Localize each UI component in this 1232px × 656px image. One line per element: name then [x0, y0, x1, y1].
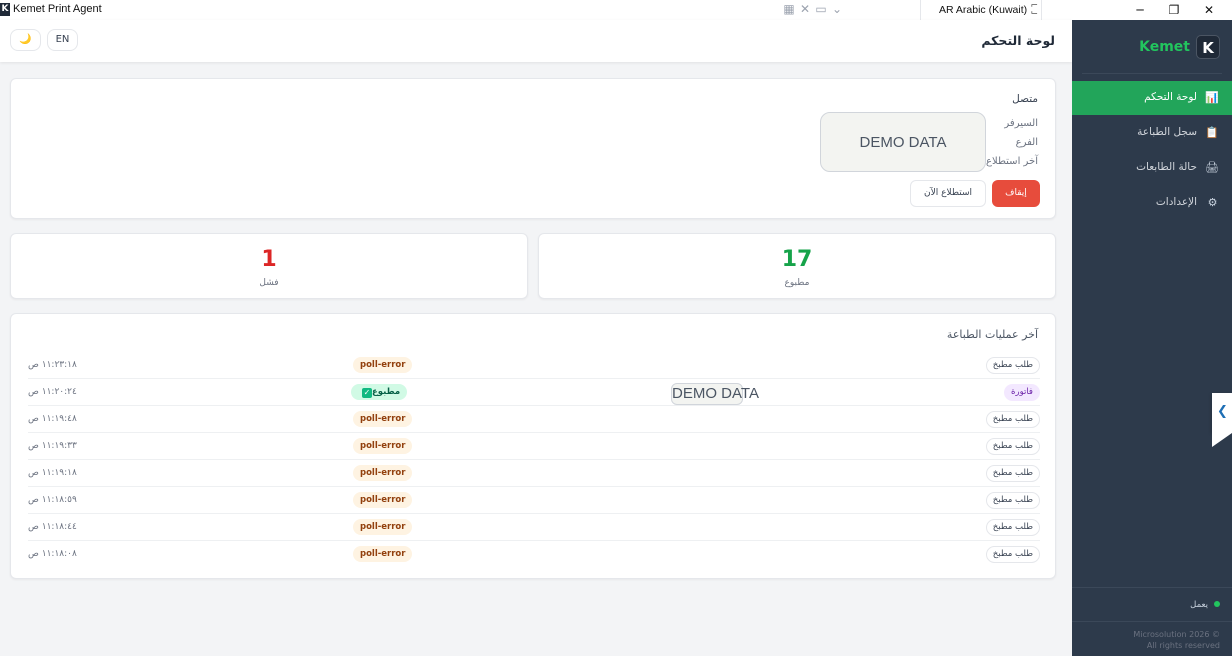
monitor-icon[interactable]: ▭: [814, 1, 828, 17]
server-label: السيرفر: [1004, 118, 1038, 129]
job-time: ١١:١٨:٠٨ ص: [28, 549, 77, 559]
job-type-badge: طلب مطبخ: [985, 492, 1040, 509]
page-title: لوحة التحكم: [981, 33, 1055, 48]
job-row[interactable]: ١١:١٨:٤٤ ص poll-error طلب مطبخ: [28, 514, 1040, 541]
language-toggle-button[interactable]: EN: [47, 29, 78, 51]
sidebar-item-settings[interactable]: ⚙ الإعدادات: [1072, 186, 1232, 220]
connection-status-card: متصل السيرفر الفرع آخر استطلاع DEMO DATA…: [10, 78, 1056, 219]
tab-tail: [1212, 433, 1232, 447]
expand-icon[interactable]: ✕: [798, 1, 812, 17]
failed-label: فشل: [259, 278, 279, 288]
brand-name: Kemet: [1139, 39, 1190, 55]
page-header: 🌙 EN لوحة التحكم: [0, 20, 1072, 62]
job-row[interactable]: ١١:٢٠:٢٤ ص ✓ مطبوع DEMO DATA فاتورة: [28, 379, 1040, 406]
clipboard-icon: 📋: [1205, 126, 1219, 139]
job-status-badge: poll-error: [353, 546, 413, 562]
job-status-badge: poll-error: [353, 519, 413, 535]
job-row[interactable]: ١١:١٩:١٨ ص poll-error طلب مطبخ: [28, 460, 1040, 487]
job-row[interactable]: ١١:١٨:٠٨ ص poll-error طلب مطبخ: [28, 541, 1040, 568]
theme-toggle-button[interactable]: 🌙: [10, 29, 41, 51]
sidebar: Kemet K 📊 لوحة التحكم 📋 سجل الطباعة 🖨 حا…: [1072, 20, 1232, 656]
service-status: يعمل: [1190, 600, 1220, 610]
job-time: ١١:١٩:١٨ ص: [28, 468, 77, 478]
demo-data-placeholder: DEMO DATA: [671, 383, 759, 405]
app-logo-icon: K: [0, 3, 10, 16]
failed-count: 1: [261, 247, 277, 272]
poll-now-button[interactable]: استطلاع الآن: [910, 180, 986, 207]
job-type-badge: طلب مطبخ: [985, 519, 1040, 536]
branch-label: الفرع: [1015, 137, 1038, 148]
job-type-badge: طلب مطبخ: [985, 357, 1040, 374]
brand: Kemet K: [1139, 34, 1220, 60]
job-row[interactable]: ١١:١٨:٥٩ ص poll-error طلب مطبخ: [28, 487, 1040, 514]
brand-logo-icon: K: [1196, 35, 1220, 59]
close-button[interactable]: ✕: [1186, 0, 1232, 20]
job-type-badge: طلب مطبخ: [985, 546, 1040, 563]
recent-jobs-title: آخر عمليات الطباعة: [946, 328, 1038, 341]
gear-icon: ⚙: [1207, 196, 1218, 209]
job-status-badge: poll-error: [353, 438, 413, 454]
chevron-down-icon[interactable]: ⌄: [830, 1, 844, 17]
job-type-badge: طلب مطبخ: [985, 411, 1040, 428]
printed-stat-card: 17 مطبوع: [538, 233, 1056, 299]
divider: [1082, 73, 1222, 74]
job-time: ١١:١٩:٣٣ ص: [28, 441, 77, 451]
sidebar-item-label: حالة الطابعات: [1136, 161, 1197, 173]
job-status-text: مطبوع: [372, 387, 401, 397]
printer-icon: 🖨: [1205, 161, 1219, 174]
job-time: ١١:٢٣:١٨ ص: [28, 360, 77, 370]
failed-stat-card: 1 فشل: [10, 233, 528, 299]
window-title: Kemet Print Agent: [13, 3, 102, 15]
job-status-badge: poll-error: [353, 465, 413, 481]
demo-data-placeholder: DEMO DATA: [820, 112, 986, 172]
grid-icon[interactable]: ▦: [782, 1, 796, 17]
title-toolbar: ▦ ✕ ▭ ⌄: [782, 1, 844, 19]
job-type-badge: فاتورة: [1004, 384, 1040, 401]
divider: [1072, 587, 1232, 588]
job-type-badge: طلب مطبخ: [985, 465, 1040, 482]
moon-icon: 🌙: [19, 34, 32, 45]
sidebar-collapse-tab[interactable]: ❮: [1212, 393, 1232, 447]
sidebar-item-printer-status[interactable]: 🖨 حالة الطابعات: [1072, 151, 1232, 185]
job-status-badge: ✓ مطبوع: [351, 384, 408, 400]
stop-button[interactable]: إيقاف: [992, 180, 1040, 207]
job-time: ١١:١٩:٤٨ ص: [28, 414, 77, 424]
job-time: ١١:١٨:٥٩ ص: [28, 495, 77, 505]
chart-icon: 📊: [1205, 91, 1219, 104]
sidebar-item-label: الإعدادات: [1155, 196, 1197, 208]
input-language-label: AR Arabic (Kuwait): [939, 4, 1028, 16]
job-status-badge: poll-error: [353, 492, 413, 508]
job-row[interactable]: ١١:١٩:٣٣ ص poll-error طلب مطبخ: [28, 433, 1040, 460]
connection-status: متصل: [1012, 93, 1038, 105]
job-row[interactable]: ١١:٢٣:١٨ ص poll-error طلب مطبخ: [28, 352, 1040, 379]
sidebar-item-dashboard[interactable]: 📊 لوحة التحكم: [1072, 81, 1232, 115]
copyright-line: All rights reserved: [1146, 641, 1220, 650]
job-time: ١١:٢٠:٢٤ ص: [28, 387, 77, 397]
printed-count: 17: [781, 247, 813, 272]
last-poll-label: آخر استطلاع: [986, 156, 1038, 167]
job-status-badge: poll-error: [353, 357, 413, 373]
input-language-indicator[interactable]: AR Arabic (Kuwait) ⌐ ⌙: [920, 0, 1042, 20]
printed-label: مطبوع: [784, 278, 810, 288]
chevron-left-icon: ❮: [1217, 404, 1228, 419]
recent-jobs-card: آخر عمليات الطباعة ١١:٢٣:١٨ ص poll-error…: [10, 313, 1056, 579]
job-type-badge: طلب مطبخ: [985, 438, 1040, 455]
service-status-label: يعمل: [1190, 600, 1208, 610]
status-dot-icon: [1214, 601, 1220, 607]
divider: [1072, 621, 1232, 622]
sidebar-item-print-log[interactable]: 📋 سجل الطباعة: [1072, 116, 1232, 150]
window-titlebar: K Kemet Print Agent ▦ ✕ ▭ ⌄ AR Arabic (K…: [0, 0, 1232, 20]
job-status-badge: poll-error: [353, 411, 413, 427]
job-time: ١١:١٨:٤٤ ص: [28, 522, 77, 532]
copyright-line: Microsolution 2026 ©: [1133, 630, 1220, 639]
check-icon: ✓: [362, 388, 372, 398]
grip-icon: ⌐ ⌙: [1030, 1, 1038, 18]
job-row[interactable]: ١١:١٩:٤٨ ص poll-error طلب مطبخ: [28, 406, 1040, 433]
sidebar-item-label: لوحة التحكم: [1144, 91, 1197, 103]
sidebar-item-label: سجل الطباعة: [1137, 126, 1197, 138]
copyright: Microsolution 2026 © All rights reserved: [1133, 629, 1220, 651]
